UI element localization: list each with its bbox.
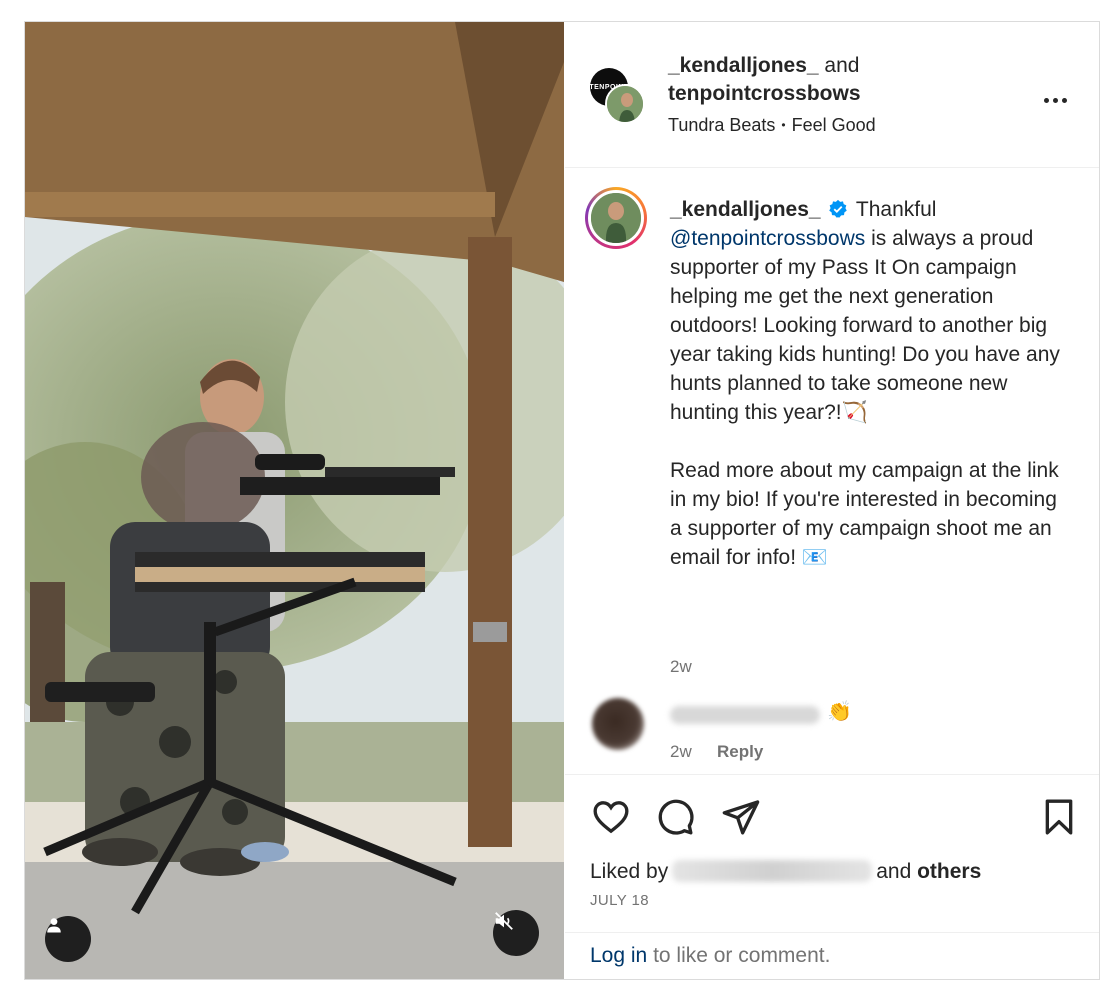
mention-link[interactable]: @tenpointcrossbows (670, 227, 865, 250)
liked-by-text: Liked by (590, 860, 669, 883)
verified-badge-icon (829, 199, 848, 218)
comment-icon[interactable] (655, 797, 695, 837)
caption-avatar[interactable] (585, 187, 647, 249)
and-text: and (824, 54, 860, 77)
bookmark-icon[interactable] (1039, 797, 1079, 837)
user-portrait (591, 193, 641, 243)
comment-timestamp[interactable]: 2w (670, 742, 692, 762)
user-avatar (605, 84, 645, 124)
likes-summary: Liked by and others (590, 860, 981, 884)
post-date[interactable]: JULY 18 (590, 892, 649, 909)
liker-username-blurred[interactable] (672, 860, 873, 882)
audio-track: Feel Good (791, 115, 876, 135)
audio-attribution[interactable]: Tundra Beats • Feel Good (668, 115, 876, 136)
muted-speaker-icon (495, 912, 513, 930)
caption-text: _kendalljones_ Thankful @tenpointcrossbo… (670, 195, 1070, 572)
caption-body: is always a proud supporter of my Pass I… (670, 227, 1060, 424)
caption-text-start: Thankful (855, 198, 937, 221)
username-link[interactable]: _kendalljones_ (668, 54, 819, 77)
post-video[interactable] (25, 22, 564, 979)
reply-button[interactable]: Reply (717, 742, 763, 762)
likes-others-link[interactable]: others (917, 860, 981, 883)
post-header: TENPOINT _kendalljones_ and tenpointcros… (565, 22, 1099, 168)
share-icon[interactable] (721, 797, 761, 837)
caption-timestamp[interactable]: 2w (670, 657, 692, 677)
liked-and-text: and (876, 860, 912, 883)
comment-item: 👏 2w Reply (565, 690, 1099, 770)
audio-separator: • (781, 118, 786, 132)
user-portrait (607, 86, 643, 122)
mute-toggle-button[interactable] (493, 910, 539, 956)
login-prompt: Log in to like or comment. (565, 932, 1099, 979)
audio-artist: Tundra Beats (668, 115, 776, 135)
login-prompt-rest: to like or comment. (653, 944, 831, 967)
commenter-avatar[interactable] (592, 698, 644, 750)
video-frame-illustration (25, 22, 564, 979)
commenter-username-blurred[interactable] (670, 706, 820, 724)
post-card: TENPOINT _kendalljones_ and tenpointcros… (24, 21, 1100, 980)
collab-avatars[interactable]: TENPOINT (589, 68, 646, 124)
user-tag-icon (47, 918, 61, 933)
caption-paragraph-2: Read more about my campaign at the link … (670, 459, 1059, 569)
caption-username[interactable]: _kendalljones_ (670, 198, 821, 221)
more-options-icon[interactable] (1038, 86, 1072, 114)
collab-usernames: _kendalljones_ and tenpointcrossbows (668, 52, 861, 108)
post-sidebar: TENPOINT _kendalljones_ and tenpointcros… (565, 22, 1099, 979)
post-caption: _kendalljones_ Thankful @tenpointcrossbo… (565, 169, 1099, 676)
heart-icon[interactable] (591, 797, 631, 837)
comment-text: 👏 (827, 701, 852, 723)
collab-username-link[interactable]: tenpointcrossbows (668, 82, 861, 105)
tagged-users-button[interactable] (45, 916, 91, 962)
login-prompt-text: Log in to like or comment. (590, 944, 830, 968)
action-bar (565, 774, 1099, 854)
login-link[interactable]: Log in (590, 944, 647, 967)
